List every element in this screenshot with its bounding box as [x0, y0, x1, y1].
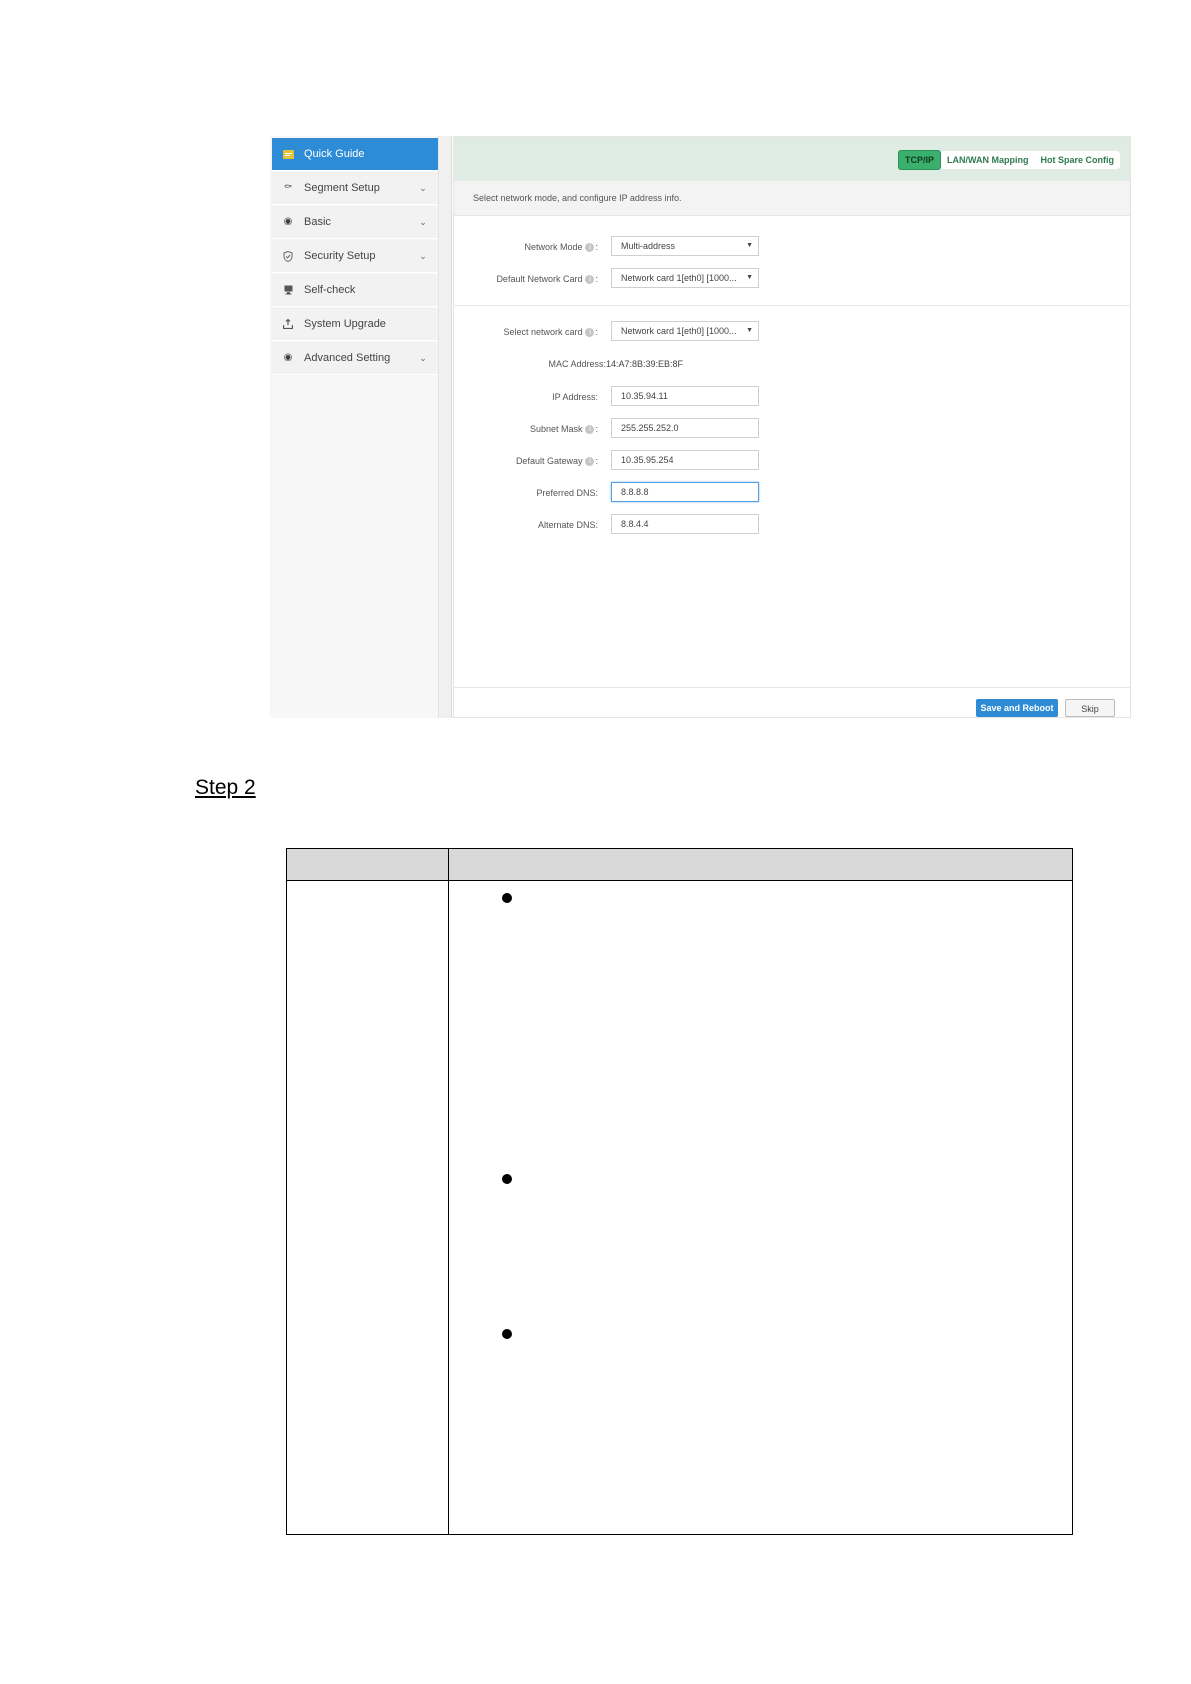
ip-address-row: IP Address: 10.35.94.11: [454, 386, 1130, 408]
column-separator: [448, 849, 449, 1534]
preferred-dns-input[interactable]: 8.8.8.8: [611, 482, 759, 502]
basic-icon: ◉: [283, 216, 293, 227]
default-gateway-row: Default Gateway i: 10.35.95.254: [454, 450, 1130, 472]
default-network-card-row: Default Network Card i: Network card 1[e…: [454, 268, 1130, 290]
sidebar: Quick Guide ⚰ Segment Setup ⌄ ◉ Basic ⌄ …: [270, 136, 439, 718]
main-panel: TCP/IP LAN/WAN Mapping Hot Spare Config …: [453, 136, 1131, 718]
sidebar-item-label: Self-check: [304, 284, 356, 296]
step-label: Step 2: [195, 776, 256, 799]
caret-down-icon: ▼: [746, 327, 753, 334]
sidebar-item-label: Segment Setup: [304, 182, 380, 194]
bullet-point: [502, 1174, 512, 1184]
skip-button[interactable]: Skip: [1065, 699, 1115, 717]
preferred-dns-row: Preferred DNS: 8.8.8.8: [454, 482, 1130, 504]
sidebar-item-label: Quick Guide: [304, 148, 365, 160]
mac-address-value: 14:A7:8B:39:EB:8F: [606, 359, 684, 369]
info-icon[interactable]: i: [585, 242, 595, 252]
quick-guide-icon: [282, 148, 294, 160]
tab-tcp-ip[interactable]: TCP/IP: [897, 150, 941, 170]
sidebar-item-quick-guide[interactable]: Quick Guide: [272, 138, 438, 171]
segment-icon: ⚰: [283, 182, 293, 193]
monitor-icon: [282, 284, 294, 296]
select-network-card-row: Select network card i: Network card 1[et…: [454, 321, 1130, 343]
default-network-card-select[interactable]: Network card 1[eth0] [1000... ▼: [611, 268, 759, 288]
ip-address-input[interactable]: 10.35.94.11: [611, 386, 759, 406]
sidebar-item-self-check[interactable]: Self-check: [272, 274, 438, 307]
sidebar-item-advanced-setting[interactable]: ◉ Advanced Setting ⌄: [272, 342, 438, 375]
preferred-dns-label: Preferred DNS:: [536, 488, 598, 498]
chevron-down-icon: ⌄: [419, 216, 427, 227]
footer-divider: [454, 687, 1130, 688]
sidebar-item-label: Security Setup: [304, 250, 376, 262]
bullet-point: [502, 1329, 512, 1339]
alternate-dns-label: Alternate DNS:: [537, 520, 598, 530]
subnet-mask-input[interactable]: 255.255.252.0: [611, 418, 759, 438]
sidebar-item-label: Basic: [304, 216, 331, 228]
sidebar-item-label: System Upgrade: [304, 318, 386, 330]
default-network-card-label: Default Network Card i:: [496, 274, 598, 284]
sidebar-item-label: Advanced Setting: [304, 352, 391, 364]
network-mode-select[interactable]: Multi-address ▼: [611, 236, 759, 256]
alternate-dns-row: Alternate DNS: 8.8.4.4: [454, 514, 1130, 536]
info-icon[interactable]: i: [585, 274, 595, 284]
info-icon[interactable]: i: [585, 327, 595, 337]
mac-address-row: MAC Address: 14:A7:8B:39:EB:8F: [454, 353, 1130, 375]
tab-hot-spare-config[interactable]: Hot Spare Config: [1035, 151, 1121, 169]
select-network-card-label: Select network card i:: [503, 327, 598, 337]
section-divider: [454, 305, 1130, 306]
ip-address-label: IP Address:: [552, 392, 598, 402]
subnet-mask-row: Subnet Mask i: 255.255.252.0: [454, 418, 1130, 440]
caret-down-icon: ▼: [746, 274, 753, 281]
network-mode-label: Network Mode i:: [524, 242, 598, 252]
shield-icon: [282, 250, 294, 262]
sidebar-item-segment-setup[interactable]: ⚰ Segment Setup ⌄: [272, 172, 438, 205]
mac-address-label: MAC Address:: [548, 359, 606, 369]
sidebar-item-system-upgrade[interactable]: System Upgrade: [272, 308, 438, 341]
network-mode-row: Network Mode i: Multi-address ▼: [454, 236, 1130, 258]
info-icon[interactable]: i: [585, 456, 595, 466]
default-gateway-input[interactable]: 10.35.95.254: [611, 450, 759, 470]
select-network-card-select[interactable]: Network card 1[eth0] [1000... ▼: [611, 321, 759, 341]
caret-down-icon: ▼: [746, 242, 753, 249]
parameter-table: [286, 848, 1073, 1535]
info-icon[interactable]: i: [585, 424, 595, 434]
chevron-down-icon: ⌄: [419, 250, 427, 261]
upload-icon: [282, 318, 294, 330]
chevron-down-icon: ⌄: [419, 182, 427, 193]
tab-lan-wan-mapping[interactable]: LAN/WAN Mapping: [941, 151, 1035, 169]
save-and-reboot-button[interactable]: Save and Reboot: [976, 699, 1058, 717]
instruction-text: Select network mode, and configure IP ad…: [454, 181, 1130, 216]
sidebar-item-security-setup[interactable]: Security Setup ⌄: [272, 240, 438, 273]
sidebar-item-basic[interactable]: ◉ Basic ⌄: [272, 206, 438, 239]
sidebar-scrollbar[interactable]: [438, 136, 452, 718]
settings-icon: ◉: [283, 352, 293, 363]
subnet-mask-label: Subnet Mask i:: [529, 424, 598, 434]
top-bar: TCP/IP LAN/WAN Mapping Hot Spare Config: [454, 137, 1130, 181]
table-header: [287, 849, 1072, 881]
bullet-point: [502, 893, 512, 903]
quick-guide-screenshot: Quick Guide ⚰ Segment Setup ⌄ ◉ Basic ⌄ …: [270, 136, 1131, 718]
default-gateway-label: Default Gateway i:: [515, 456, 598, 466]
alternate-dns-input[interactable]: 8.8.4.4: [611, 514, 759, 534]
chevron-down-icon: ⌄: [419, 352, 427, 363]
tab-strip: TCP/IP LAN/WAN Mapping Hot Spare Config: [897, 150, 1121, 170]
